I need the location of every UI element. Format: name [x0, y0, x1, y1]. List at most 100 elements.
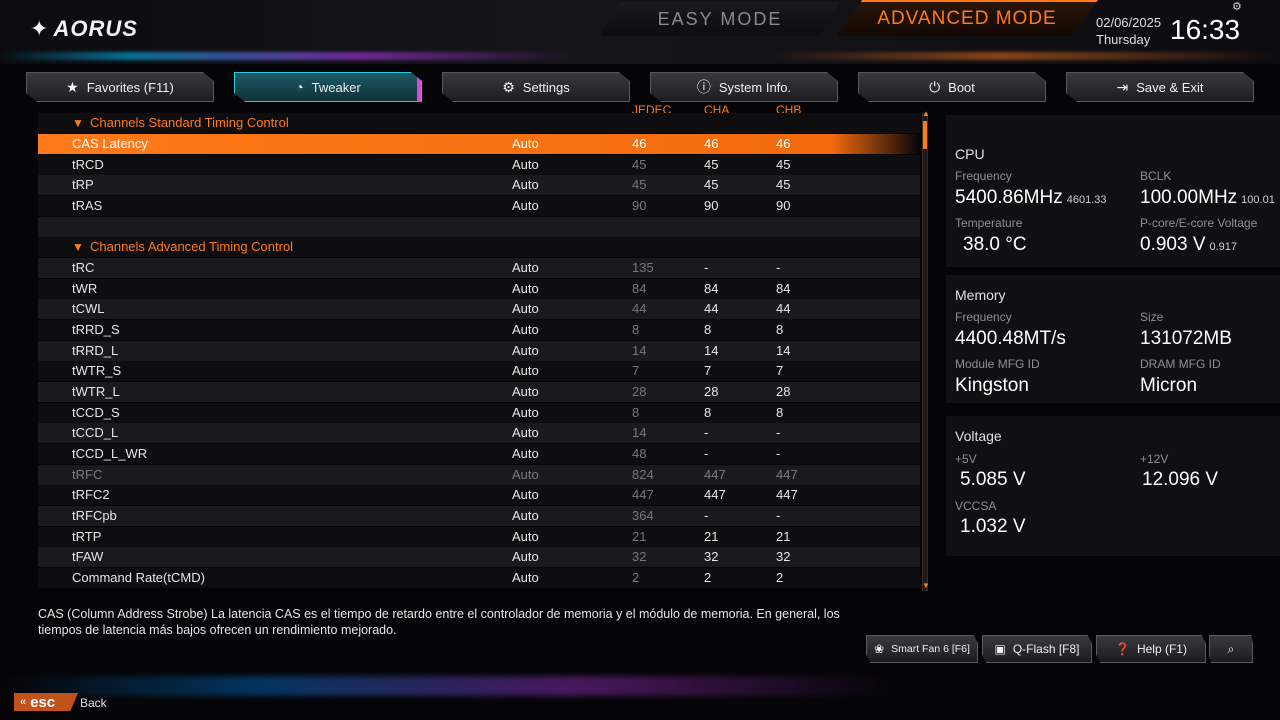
chb-value: -	[776, 508, 781, 523]
setting-value[interactable]: Auto	[512, 258, 539, 278]
setting-value[interactable]: Auto	[512, 568, 539, 588]
section-header-standard[interactable]: ▼ Channels Standard Timing Control	[38, 113, 920, 133]
v5-label: +5V	[955, 452, 977, 466]
timing-row-twr[interactable]: tWR Auto 84 84 84	[38, 279, 920, 299]
dram-mfg-value: Micron	[1140, 375, 1198, 396]
timing-row-trrd-s[interactable]: tRRD_S Auto 8 8 8	[38, 320, 920, 340]
timing-row-tccd-l[interactable]: tCCD_L Auto 14 - -	[38, 423, 920, 443]
date-display: 02/06/2025 Thursday	[1096, 14, 1161, 48]
timing-row-trp[interactable]: tRP Auto 45 45 45	[38, 175, 920, 195]
memory-title: Memory	[955, 287, 1006, 303]
timing-row-tcwl[interactable]: tCWL Auto 44 44 44	[38, 299, 920, 319]
voltage-info-block: Voltage +5V 5.085 V +12V 12.096 V VCCSA …	[946, 416, 1280, 556]
timing-row-trfc2[interactable]: tRFC2 Auto 447 447 447	[38, 485, 920, 505]
chb-value: 8	[776, 405, 784, 420]
v12-label: +12V	[1140, 452, 1169, 466]
setting-value[interactable]: Auto	[512, 403, 539, 423]
setting-value[interactable]: Auto	[512, 279, 539, 299]
tab-save-exit[interactable]: ⇥ Save & Exit	[1066, 72, 1254, 102]
cha-value: 8	[704, 322, 712, 337]
timing-row-trfc[interactable]: tRFC Auto 824 447 447	[38, 465, 920, 485]
cha-value: -	[704, 446, 709, 461]
timing-row-tccd-s[interactable]: tCCD_S Auto 8 8 8	[38, 403, 920, 423]
chb-value: 7	[776, 363, 784, 378]
tab-system-info[interactable]: ⓘ System Info.	[650, 72, 838, 102]
easy-mode-button[interactable]: EASY MODE	[600, 2, 840, 36]
setting-value[interactable]: Auto	[512, 175, 539, 195]
timing-row-trc[interactable]: tRC Auto 135 - -	[38, 258, 920, 278]
timing-row-tfaw[interactable]: tFAW Auto 32 32 32	[38, 547, 920, 567]
scrollbar-track[interactable]	[922, 113, 928, 591]
timing-row-trfcpb[interactable]: tRFCpb Auto 364 - -	[38, 506, 920, 526]
chb-value: 447	[776, 467, 798, 482]
gear-icon: ⚙	[502, 78, 515, 95]
tab-label: Boot	[948, 79, 975, 95]
setting-name: tFAW	[72, 549, 104, 564]
date-text: 02/06/2025	[1096, 15, 1162, 30]
tab-tweaker[interactable]: ◔ Tweaker	[234, 72, 422, 102]
setting-value[interactable]: Auto	[512, 423, 539, 443]
advanced-mode-button[interactable]: ADVANCED MODE	[836, 0, 1098, 36]
section-label: Channels Advanced Timing Control	[90, 239, 294, 254]
setting-value[interactable]: Auto	[512, 506, 539, 526]
timing-row-command-rate[interactable]: Command Rate(tCMD) Auto 2 2 2	[38, 568, 920, 588]
core-voltage-value: 0.903 V 0.917	[1140, 234, 1237, 256]
setting-value[interactable]: Auto	[512, 299, 539, 319]
timing-row-twtr-l[interactable]: tWTR_L Auto 28 28 28	[38, 382, 920, 402]
setting-name: tCCD_S	[72, 405, 120, 420]
setting-value[interactable]: Auto	[512, 134, 539, 154]
jedec-value: 45	[632, 177, 647, 192]
search-button[interactable]: ⌕	[1209, 635, 1253, 663]
star-icon: ★	[66, 78, 79, 95]
scroll-down-arrow-icon[interactable]: ▼	[922, 581, 930, 590]
weekday-text: Thursday	[1096, 32, 1151, 47]
module-mfg-label: Module MFG ID	[955, 357, 1040, 371]
vccsa-label: VCCSA	[955, 499, 997, 513]
bclk-value: 100.00MHz 100.01	[1140, 187, 1275, 209]
setting-value[interactable]: Auto	[512, 341, 539, 361]
cha-value: 21	[704, 529, 719, 544]
timing-row-tccd-l-wr[interactable]: tCCD_L_WR Auto 48 - -	[38, 444, 920, 464]
smart-fan-button[interactable]: ❀ Smart Fan 6 [F6]	[866, 635, 978, 663]
tab-favorites[interactable]: ★ Favorites (F11)	[26, 72, 214, 102]
timing-row-trcd[interactable]: tRCD Auto 45 45 45	[38, 155, 920, 175]
tab-boot[interactable]: ⏻ Boot	[858, 72, 1046, 102]
voltage-title: Voltage	[955, 428, 1002, 444]
setting-value[interactable]: Auto	[512, 382, 539, 402]
timing-row-tras[interactable]: tRAS Auto 90 90 90	[38, 196, 920, 216]
scroll-up-arrow-icon[interactable]: ▲	[922, 109, 930, 118]
setting-value[interactable]: Auto	[512, 155, 539, 175]
setting-name: tCWL	[72, 301, 105, 316]
back-label[interactable]: Back	[80, 696, 107, 710]
timing-panel: JEDEC CHA CHB ▼ Channels Standard Timing…	[38, 103, 930, 591]
cha-value: 28	[704, 384, 719, 399]
setting-value[interactable]: Auto	[512, 485, 539, 505]
gauge-icon: ◔	[295, 79, 304, 95]
scrollbar-thumb[interactable]	[923, 121, 927, 149]
jedec-value: 48	[632, 446, 647, 461]
timing-row-trrd-l[interactable]: tRRD_L Auto 14 14 14	[38, 341, 920, 361]
setting-value[interactable]: Auto	[512, 527, 539, 547]
chb-value: 84	[776, 281, 791, 296]
timing-row-cas-latency[interactable]: CAS Latency Auto 46 46 46	[38, 134, 920, 154]
timing-row-twtr-s[interactable]: tWTR_S Auto 7 7 7	[38, 361, 920, 381]
cha-value: 32	[704, 549, 719, 564]
jedec-value: 14	[632, 425, 647, 440]
timing-row-trtp[interactable]: tRTP Auto 21 21 21	[38, 527, 920, 547]
setting-value[interactable]: Auto	[512, 320, 539, 340]
setting-name: tRFC	[72, 467, 103, 482]
setting-value[interactable]: Auto	[512, 444, 539, 464]
setting-value[interactable]: Auto	[512, 196, 539, 216]
tab-settings[interactable]: ⚙ Settings	[442, 72, 630, 102]
esc-button[interactable]: « esc	[14, 693, 78, 711]
cha-value: -	[704, 425, 709, 440]
setting-value[interactable]: Auto	[512, 465, 539, 485]
section-header-advanced[interactable]: ▼ Channels Advanced Timing Control	[38, 237, 920, 257]
setting-value[interactable]: Auto	[512, 361, 539, 381]
help-description: CAS (Column Address Strobe) La latencia …	[38, 607, 840, 637]
header-light-streak	[0, 52, 1280, 60]
setting-value[interactable]: Auto	[512, 547, 539, 567]
q-flash-button[interactable]: ▣ Q-Flash [F8]	[982, 635, 1092, 663]
settings-gear-icon[interactable]: ⚙	[1232, 0, 1242, 13]
help-button[interactable]: ❓ Help (F1)	[1096, 635, 1206, 663]
